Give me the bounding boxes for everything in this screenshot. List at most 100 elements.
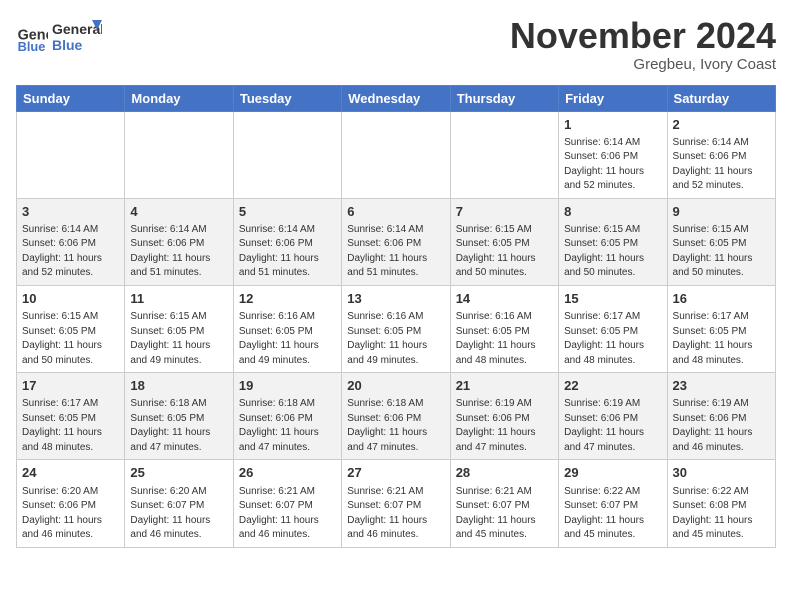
calendar-cell: 26 Sunrise: 6:21 AM Sunset: 6:07 PM Dayli…: [233, 460, 341, 547]
day-number: 15: [564, 290, 661, 308]
calendar-cell: 16 Sunrise: 6:17 AM Sunset: 6:05 PM Dayli…: [667, 285, 775, 372]
calendar-cell: 18 Sunrise: 6:18 AM Sunset: 6:05 PM Dayli…: [125, 373, 233, 460]
calendar-cell: 11Sunrise: 6:15 AM Sunset: 6:05 PM Dayli…: [125, 285, 233, 372]
day-number: 3: [22, 203, 119, 221]
calendar-cell: 15 Sunrise: 6:17 AM Sunset: 6:05 PM Dayli…: [559, 285, 667, 372]
day-number: 18: [130, 377, 227, 395]
calendar-week-row: 10 Sunrise: 6:15 AM Sunset: 6:05 PM Dayli…: [17, 285, 776, 372]
day-number: 30: [673, 464, 770, 482]
calendar-cell: 23 Sunrise: 6:19 AM Sunset: 6:06 PM Dayli…: [667, 373, 775, 460]
day-info: Sunrise: 6:15 AM Sunset: 6:05 PM Dayligh…: [456, 223, 553, 281]
day-info: Sunrise: 6:18 AM Sunset: 6:05 PM Dayligh…: [130, 397, 227, 455]
day-number: 6: [347, 203, 444, 221]
calendar-cell: 30Sunrise: 6:22 AM Sunset: 6:08 PM Dayli…: [667, 460, 775, 547]
page-header: General Blue General Blue November 2024 …: [16, 16, 776, 73]
calendar-cell: 8 Sunrise: 6:15 AM Sunset: 6:05 PM Daylig…: [559, 198, 667, 285]
day-info: Sunrise: 6:16 AM Sunset: 6:05 PM Dayligh…: [347, 310, 444, 368]
day-number: 22: [564, 377, 661, 395]
day-info: Sunrise: 6:18 AM Sunset: 6:06 PM Dayligh…: [347, 397, 444, 455]
day-info: Sunrise: 6:21 AM Sunset: 6:07 PM Dayligh…: [456, 485, 553, 543]
calendar-cell: 29 Sunrise: 6:22 AM Sunset: 6:07 PM Dayli…: [559, 460, 667, 547]
calendar-cell: [342, 111, 450, 198]
calendar-cell: 5 Sunrise: 6:14 AM Sunset: 6:06 PM Daylig…: [233, 198, 341, 285]
day-number: 13: [347, 290, 444, 308]
day-number: 17: [22, 377, 119, 395]
day-info: Sunrise: 6:19 AM Sunset: 6:06 PM Dayligh…: [673, 397, 770, 455]
day-number: 8: [564, 203, 661, 221]
calendar-week-row: 1 Sunrise: 6:14 AM Sunset: 6:06 PM Daylig…: [17, 111, 776, 198]
weekday-header-tuesday: Tuesday: [233, 85, 341, 111]
day-info: Sunrise: 6:17 AM Sunset: 6:05 PM Dayligh…: [673, 310, 770, 368]
day-info: Sunrise: 6:15 AM Sunset: 6:05 PM Dayligh…: [673, 223, 770, 281]
calendar-table: SundayMondayTuesdayWednesdayThursdayFrid…: [16, 85, 776, 548]
calendar-cell: 22 Sunrise: 6:19 AM Sunset: 6:06 PM Dayli…: [559, 373, 667, 460]
weekday-header-friday: Friday: [559, 85, 667, 111]
day-info: Sunrise: 6:14 AM Sunset: 6:06 PM Dayligh…: [673, 136, 770, 194]
day-number: 24: [22, 464, 119, 482]
day-number: 21: [456, 377, 553, 395]
day-info: Sunrise: 6:14 AM Sunset: 6:06 PM Dayligh…: [239, 223, 336, 281]
calendar-cell: [450, 111, 558, 198]
calendar-cell: 7 Sunrise: 6:15 AM Sunset: 6:05 PM Daylig…: [450, 198, 558, 285]
day-info: Sunrise: 6:14 AM Sunset: 6:06 PM Dayligh…: [130, 223, 227, 281]
day-info: Sunrise: 6:20 AM Sunset: 6:06 PM Dayligh…: [22, 485, 119, 543]
day-number: 28: [456, 464, 553, 482]
logo-icon: General Blue: [16, 22, 48, 54]
day-info: Sunrise: 6:15 AM Sunset: 6:05 PM Dayligh…: [22, 310, 119, 368]
logo: General Blue General Blue: [16, 16, 102, 60]
day-info: Sunrise: 6:14 AM Sunset: 6:06 PM Dayligh…: [22, 223, 119, 281]
day-info: Sunrise: 6:20 AM Sunset: 6:07 PM Dayligh…: [130, 485, 227, 543]
calendar-week-row: 3 Sunrise: 6:14 AM Sunset: 6:06 PM Daylig…: [17, 198, 776, 285]
calendar-cell: [17, 111, 125, 198]
day-number: 29: [564, 464, 661, 482]
day-number: 25: [130, 464, 227, 482]
day-number: 12: [239, 290, 336, 308]
weekday-header-wednesday: Wednesday: [342, 85, 450, 111]
month-title: November 2024: [510, 16, 776, 56]
day-number: 2: [673, 116, 770, 134]
calendar-cell: 19Sunrise: 6:18 AM Sunset: 6:06 PM Dayli…: [233, 373, 341, 460]
day-info: Sunrise: 6:16 AM Sunset: 6:05 PM Dayligh…: [239, 310, 336, 368]
svg-text:Blue: Blue: [52, 37, 83, 53]
day-number: 23: [673, 377, 770, 395]
day-info: Sunrise: 6:14 AM Sunset: 6:06 PM Dayligh…: [347, 223, 444, 281]
day-info: Sunrise: 6:16 AM Sunset: 6:05 PM Dayligh…: [456, 310, 553, 368]
day-number: 16: [673, 290, 770, 308]
calendar-cell: 25 Sunrise: 6:20 AM Sunset: 6:07 PM Dayli…: [125, 460, 233, 547]
day-info: Sunrise: 6:18 AM Sunset: 6:06 PM Dayligh…: [239, 397, 336, 455]
day-number: 27: [347, 464, 444, 482]
day-number: 5: [239, 203, 336, 221]
svg-text:Blue: Blue: [18, 39, 46, 54]
calendar-cell: 3 Sunrise: 6:14 AM Sunset: 6:06 PM Daylig…: [17, 198, 125, 285]
calendar-cell: 2 Sunrise: 6:14 AM Sunset: 6:06 PM Daylig…: [667, 111, 775, 198]
weekday-header-row: SundayMondayTuesdayWednesdayThursdayFrid…: [17, 85, 776, 111]
day-info: Sunrise: 6:15 AM Sunset: 6:05 PM Dayligh…: [130, 310, 227, 368]
calendar-cell: 10 Sunrise: 6:15 AM Sunset: 6:05 PM Dayli…: [17, 285, 125, 372]
weekday-header-sunday: Sunday: [17, 85, 125, 111]
day-number: 20: [347, 377, 444, 395]
day-number: 9: [673, 203, 770, 221]
calendar-cell: 4Sunrise: 6:14 AM Sunset: 6:06 PM Daylig…: [125, 198, 233, 285]
day-number: 14: [456, 290, 553, 308]
calendar-cell: 21Sunrise: 6:19 AM Sunset: 6:06 PM Dayli…: [450, 373, 558, 460]
day-info: Sunrise: 6:22 AM Sunset: 6:07 PM Dayligh…: [564, 485, 661, 543]
day-number: 26: [239, 464, 336, 482]
calendar-week-row: 17Sunrise: 6:17 AM Sunset: 6:05 PM Dayli…: [17, 373, 776, 460]
calendar-cell: 6 Sunrise: 6:14 AM Sunset: 6:06 PM Daylig…: [342, 198, 450, 285]
calendar-cell: 17Sunrise: 6:17 AM Sunset: 6:05 PM Dayli…: [17, 373, 125, 460]
calendar-cell: 9 Sunrise: 6:15 AM Sunset: 6:05 PM Daylig…: [667, 198, 775, 285]
day-number: 1: [564, 116, 661, 134]
calendar-cell: 12 Sunrise: 6:16 AM Sunset: 6:05 PM Dayli…: [233, 285, 341, 372]
day-info: Sunrise: 6:14 AM Sunset: 6:06 PM Dayligh…: [564, 136, 661, 194]
day-info: Sunrise: 6:17 AM Sunset: 6:05 PM Dayligh…: [564, 310, 661, 368]
calendar-cell: 13 Sunrise: 6:16 AM Sunset: 6:05 PM Dayli…: [342, 285, 450, 372]
day-info: Sunrise: 6:19 AM Sunset: 6:06 PM Dayligh…: [564, 397, 661, 455]
calendar-cell: [125, 111, 233, 198]
day-info: Sunrise: 6:15 AM Sunset: 6:05 PM Dayligh…: [564, 223, 661, 281]
day-number: 7: [456, 203, 553, 221]
day-number: 10: [22, 290, 119, 308]
calendar-cell: [233, 111, 341, 198]
calendar-week-row: 24 Sunrise: 6:20 AM Sunset: 6:06 PM Dayli…: [17, 460, 776, 547]
day-info: Sunrise: 6:21 AM Sunset: 6:07 PM Dayligh…: [239, 485, 336, 543]
calendar-cell: 28 Sunrise: 6:21 AM Sunset: 6:07 PM Dayli…: [450, 460, 558, 547]
